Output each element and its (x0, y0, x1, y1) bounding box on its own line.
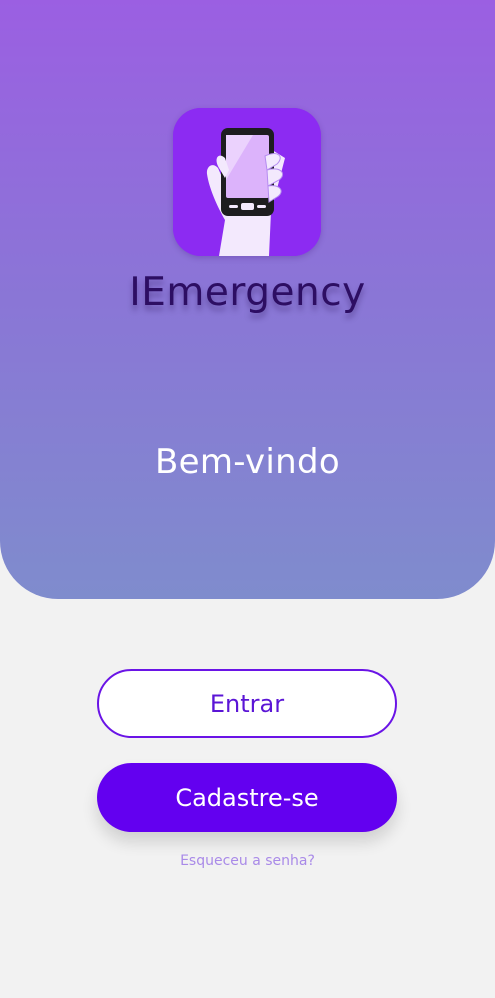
hand-holding-phone-icon (173, 108, 321, 256)
forgot-password-link[interactable]: Esqueceu a senha? (0, 853, 495, 869)
hero-header: IEmergency Bem-vindo (0, 0, 495, 599)
app-name: IEmergency (129, 270, 366, 315)
signup-button[interactable]: Cadastre-se (97, 763, 397, 832)
welcome-screen: IEmergency Bem-vindo Entrar Cadastre-se … (0, 0, 495, 998)
welcome-text: Bem-vindo (155, 442, 340, 482)
login-button[interactable]: Entrar (97, 669, 397, 738)
app-logo (173, 108, 321, 256)
